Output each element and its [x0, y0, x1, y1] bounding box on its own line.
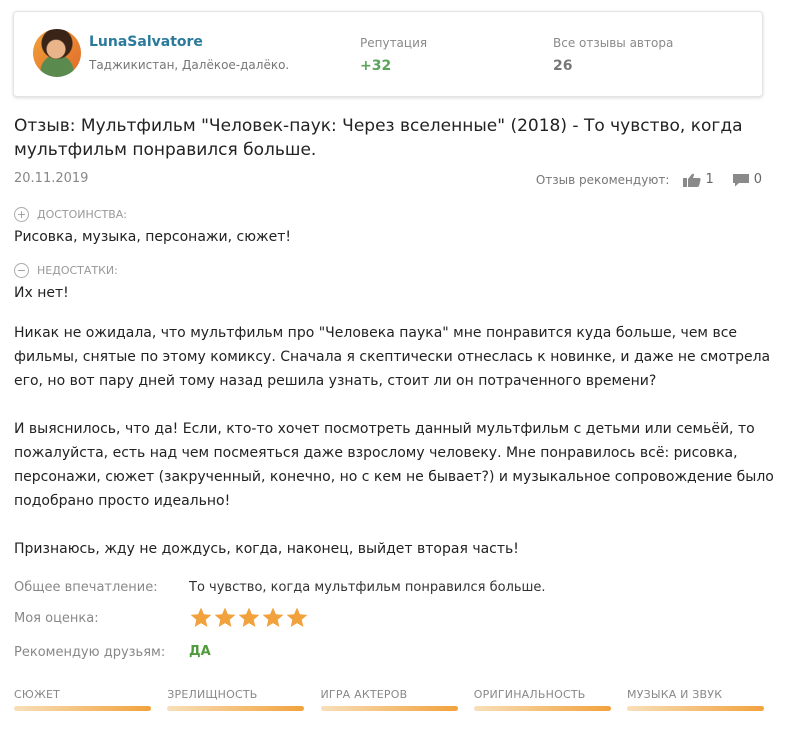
category-label: ИГРА АКТЕРОВ [320, 688, 408, 701]
category-bar [320, 706, 458, 711]
rating-label: Моя оценка: [14, 611, 99, 626]
category-ratings: СЮЖЕТ ЗРЕЛИЩНОСТЬ ИГРА АКТЕРОВ ОРИГИНАЛЬНОС… [14, 688, 764, 711]
cons-header: − НЕДОСТАТКИ: [14, 263, 118, 278]
star-icon [262, 607, 284, 627]
category-rating: ОРИГИНАЛЬНОСТЬ [473, 688, 611, 711]
cons-label: НЕДОСТАТКИ: [37, 264, 118, 277]
review-body: Никак не ожидала, что мультфильм про "Че… [14, 321, 774, 585]
category-bar [167, 706, 305, 711]
cons-text: Их нет! [14, 285, 69, 301]
reputation-label: Репутация [360, 36, 428, 50]
comments-count: 0 [753, 172, 762, 187]
comment-icon[interactable] [732, 173, 750, 187]
star-icon [190, 607, 212, 627]
impression-label: Общее впечатление: [14, 580, 158, 595]
avatar[interactable] [33, 29, 81, 77]
star-icon [214, 607, 236, 627]
author-name-link[interactable]: LunaSalvatore [89, 34, 203, 50]
pros-label: ДОСТОИНСТВА: [37, 208, 127, 221]
star-icon [286, 607, 308, 627]
category-label: МУЗЫКА И ЗВУК [627, 688, 723, 701]
review-paragraph: Признаюсь, жду не дождусь, когда, наконе… [14, 541, 519, 557]
plus-icon: + [14, 207, 29, 222]
author-location: Таджикистан, Далёкое-далёко. [89, 58, 290, 72]
category-label: ОРИГИНАЛЬНОСТЬ [473, 688, 586, 701]
review-title: Отзыв: Мультфильм "Человек-паук: Через в… [14, 116, 743, 160]
all-reviews-link[interactable]: Все отзывы автора [553, 36, 673, 50]
review-paragraph: Никак не ожидала, что мультфильм про "Че… [14, 325, 771, 389]
category-rating: ЗРЕЛИЩНОСТЬ [167, 688, 305, 711]
recommend-bar: Отзыв рекомендуют: 1 0 [536, 172, 762, 187]
all-reviews-count[interactable]: 26 [553, 58, 572, 74]
impression-value: То чувство, когда мультфильм понравился … [189, 580, 546, 595]
recommend-friends-value: ДА [189, 644, 211, 659]
likes-count: 1 [705, 172, 714, 187]
star-icon [238, 607, 260, 627]
thumbs-up-icon[interactable] [683, 173, 702, 187]
category-bar [14, 706, 151, 711]
pros-header: + ДОСТОИНСТВА: [14, 207, 127, 222]
review-paragraph: И выяснилось, что да! Если, кто-то хочет… [14, 421, 774, 509]
review-date: 20.11.2019 [14, 171, 89, 186]
recommend-friends-label: Рекомендую друзьям: [14, 645, 166, 660]
category-rating: ИГРА АКТЕРОВ [320, 688, 458, 711]
author-card: LunaSalvatore Таджикистан, Далёкое-далёк… [13, 11, 763, 97]
category-bar [627, 706, 764, 711]
minus-icon: − [14, 263, 29, 278]
category-bar [473, 706, 611, 711]
recommend-label: Отзыв рекомендуют: [535, 172, 670, 187]
rating-stars [189, 606, 309, 630]
reputation-value: +32 [360, 58, 392, 74]
pros-text: Рисовка, музыка, персонажи, сюжет! [14, 229, 292, 245]
category-rating: СЮЖЕТ [14, 688, 151, 711]
category-label: ЗРЕЛИЩНОСТЬ [167, 688, 258, 701]
category-rating: МУЗЫКА И ЗВУК [627, 688, 764, 711]
category-label: СЮЖЕТ [14, 688, 61, 701]
